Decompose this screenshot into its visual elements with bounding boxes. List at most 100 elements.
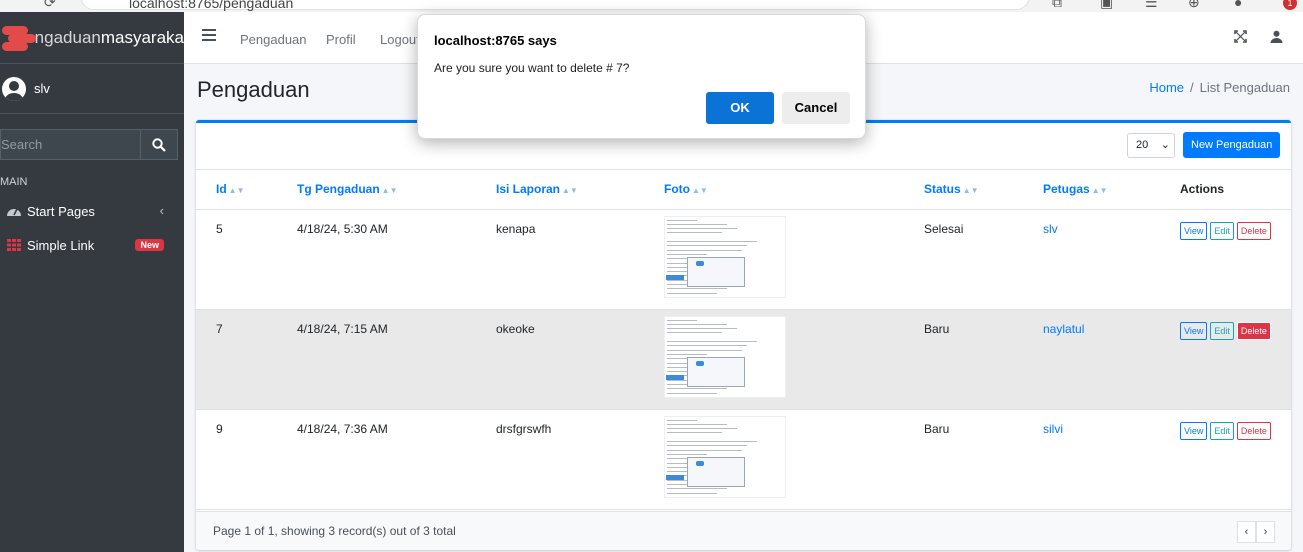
cell-isi: drsfgrswfh	[496, 409, 664, 510]
pengaduan-card: 20 ⌄ New Pengaduan Id ▲▼ Tg Pengaduan ▲▼ I…	[196, 120, 1291, 550]
brand-link[interactable]: pengaduanmasyaraka	[0, 12, 184, 64]
table-row: 5 4/18/24, 5:30 AM kenapa Selesai slv Vi…	[196, 209, 1291, 310]
nav-link-profil[interactable]: Profil	[326, 32, 356, 47]
thumbnail-highlight	[666, 274, 684, 280]
foto-thumbnail[interactable]	[664, 415, 786, 498]
thumbnail-text-line	[667, 449, 742, 451]
view-button[interactable]: View	[1180, 321, 1208, 340]
nav-link-logout[interactable]: Logout	[380, 32, 420, 47]
thumbnail-text-line	[667, 462, 687, 464]
thumbnail-text-line	[667, 341, 757, 342]
thumbnail-text-line	[667, 366, 687, 368]
delete-button[interactable]: Delete	[1236, 221, 1271, 240]
cell-petugas: slv	[1043, 209, 1180, 310]
user-icon[interactable]	[1270, 30, 1283, 43]
nav-link-pengaduan[interactable]: Pengaduan	[240, 32, 307, 47]
view-button[interactable]: View	[1180, 421, 1208, 440]
user-panel[interactable]: slv	[0, 64, 184, 114]
col-header-isi-laporan[interactable]: Isi Laporan ▲▼	[496, 170, 664, 210]
thumbnail-window	[687, 456, 745, 487]
fullscreen-icon[interactable]	[1234, 30, 1247, 43]
dashboard-icon	[7, 208, 21, 216]
address-bar[interactable]: localhost:8765/pengaduan	[80, 0, 1030, 11]
extensions-icon[interactable]: ⧉	[1052, 0, 1062, 11]
view-button[interactable]: View	[1180, 221, 1208, 240]
reload-icon[interactable]: ⟳	[44, 0, 56, 11]
dialog-ok-button[interactable]: OK	[706, 92, 774, 124]
grid-icon	[7, 239, 21, 251]
edit-button[interactable]: Edit	[1210, 321, 1234, 340]
favorites-icon[interactable]: ☰	[1145, 0, 1158, 11]
foto-thumbnail[interactable]	[664, 215, 786, 298]
profile-status-icon[interactable]: ●	[1234, 0, 1242, 10]
petugas-link[interactable]: silvi	[1043, 422, 1063, 436]
cell-date: 4/18/24, 7:36 AM	[297, 409, 496, 510]
col-header-foto[interactable]: Foto ▲▼	[664, 170, 924, 210]
cell-foto	[664, 409, 924, 510]
cell-actions: View Edit Delete	[1180, 209, 1291, 310]
sort-icon: ▲▼	[228, 186, 245, 196]
petugas-link[interactable]: slv	[1043, 222, 1058, 236]
user-avatar-icon	[2, 76, 26, 101]
next-page-button[interactable]: ›	[1256, 521, 1275, 543]
col-header-actions: Actions	[1180, 170, 1291, 210]
confirm-dialog: localhost:8765 says Are you sure you wan…	[417, 14, 866, 139]
collections-icon[interactable]: ⊕	[1188, 0, 1200, 11]
delete-button[interactable]: Delete	[1236, 321, 1271, 340]
breadcrumb-separator: /	[1190, 80, 1194, 95]
col-header-tg-pengaduan[interactable]: Tg Pengaduan ▲▼	[297, 170, 496, 210]
delete-button[interactable]: Delete	[1236, 421, 1271, 440]
thumbnail-text-line	[667, 445, 747, 447]
cell-petugas: silvi	[1043, 409, 1180, 510]
thumbnail-text-line	[667, 384, 687, 385]
petugas-link[interactable]: naylatul	[1043, 322, 1084, 336]
menu-toggle-icon[interactable]	[202, 29, 216, 41]
per-page-select[interactable]: 20 ⌄	[1127, 133, 1175, 158]
chevron-down-icon: ⌄	[1160, 139, 1170, 151]
thumbnail-text-line	[667, 271, 687, 273]
thumbnail-text-line	[667, 453, 707, 455]
thumbnail-text-line	[667, 479, 687, 481]
dialog-cancel-button[interactable]: Cancel	[782, 92, 850, 124]
thumbnail-text-line	[667, 388, 727, 390]
foto-thumbnail[interactable]	[664, 315, 786, 398]
thumbnail-text-line	[667, 279, 687, 281]
edit-button[interactable]: Edit	[1210, 221, 1234, 240]
thumbnail-text-line	[667, 349, 742, 351]
sidebar-item-start-pages[interactable]: Start Pages ‹	[0, 194, 184, 228]
thumbnail-text-line	[667, 332, 722, 334]
cell-date: 4/18/24, 7:15 AM	[297, 309, 496, 410]
new-pengaduan-button[interactable]: New Pengaduan	[1183, 132, 1281, 158]
sidebar-search-button[interactable]	[140, 129, 178, 160]
thumbnail-text-line	[667, 466, 687, 468]
thumbnail-highlight	[666, 474, 684, 480]
thumbnail-text-line	[667, 488, 727, 490]
per-page-value: 20	[1136, 139, 1149, 151]
cell-status: Baru	[924, 309, 1043, 410]
col-header-petugas[interactable]: Petugas ▲▼	[1043, 170, 1180, 210]
user-name[interactable]: slv	[34, 81, 50, 96]
brand-logo-icon	[2, 25, 36, 51]
sidebar-search-input[interactable]	[0, 129, 140, 160]
thumbnail-text-line	[667, 266, 687, 268]
table-row: 7 4/18/24, 7:15 AM okeoke Baru naylatul …	[196, 309, 1291, 410]
sidebar-item-simple-link[interactable]: Simple Link New	[0, 228, 184, 262]
thumbnail-text-line	[667, 471, 687, 473]
cell-status: Selesai	[924, 209, 1043, 310]
split-view-icon[interactable]: ▣	[1100, 0, 1113, 11]
thumbnail-text-line	[667, 228, 737, 230]
prev-page-button[interactable]: ‹	[1237, 521, 1256, 543]
notification-badge[interactable]: 1	[1283, 0, 1297, 10]
sort-icon: ▲▼	[962, 186, 979, 196]
thumbnail-text-line	[667, 492, 717, 494]
thumbnail-text-line	[667, 362, 687, 364]
dialog-title: localhost:8765 says	[434, 33, 557, 48]
sort-icon: ▲▼	[692, 186, 708, 196]
cell-id: 5	[196, 209, 297, 310]
edit-button[interactable]: Edit	[1210, 421, 1234, 440]
thumbnail-text-line	[667, 353, 707, 355]
breadcrumb-home[interactable]: Home	[1149, 80, 1184, 95]
thumbnail-text-line	[667, 253, 707, 255]
col-header-id[interactable]: Id ▲▼	[196, 170, 297, 210]
col-header-status[interactable]: Status ▲▼	[924, 170, 1043, 210]
